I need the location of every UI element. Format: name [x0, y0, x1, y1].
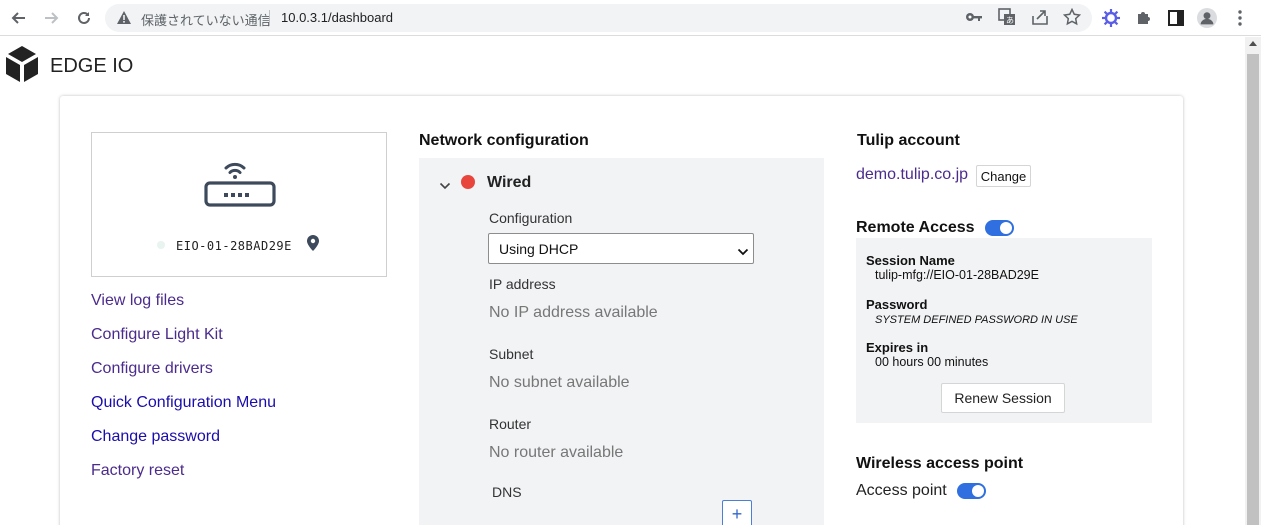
session-name-label: Session Name: [866, 253, 955, 268]
password-label: Password: [866, 297, 928, 312]
router-value: No router available: [489, 444, 624, 461]
configuration-select[interactable]: Using DHCP: [488, 233, 754, 264]
location-pin-icon[interactable]: [307, 235, 319, 256]
add-dns-button[interactable]: +: [722, 500, 752, 525]
router-label: Router: [489, 416, 532, 432]
page-scrollbar[interactable]: [1245, 37, 1261, 525]
view-log-files-link[interactable]: View log files: [91, 292, 184, 310]
back-icon[interactable]: [8, 7, 30, 29]
wireless-access-point-title: Wireless access point: [856, 455, 1024, 472]
change-account-button[interactable]: Change: [976, 165, 1031, 187]
network-config-title: Network configuration: [419, 132, 589, 149]
tulip-account-title: Tulip account: [857, 132, 960, 149]
configure-drivers-link[interactable]: Configure drivers: [91, 360, 213, 378]
ip-address-label: IP address: [489, 276, 556, 292]
extension-gear-icon[interactable]: [1101, 8, 1121, 28]
profile-avatar-icon[interactable]: [1197, 8, 1217, 28]
chevron-down-icon[interactable]: [439, 177, 451, 195]
session-panel: Session Name tulip-mfg://EIO-01-28BAD29E…: [856, 238, 1152, 423]
bookmark-star-icon[interactable]: [1063, 8, 1081, 26]
scroll-up-arrow-icon[interactable]: [1249, 41, 1257, 46]
change-password-link[interactable]: Change password: [91, 428, 220, 446]
tulip-account-link[interactable]: demo.tulip.co.jp: [856, 166, 968, 184]
side-panel-icon[interactable]: [1166, 8, 1186, 28]
url-text[interactable]: 10.0.3.1/dashboard: [281, 10, 393, 25]
address-bar[interactable]: 保護されていない通信 10.0.3.1/dashboard: [105, 4, 1092, 32]
remote-access-title: Remote Access: [856, 219, 975, 236]
security-status[interactable]: 保護されていない通信: [141, 10, 271, 29]
omnibox-separator: [269, 10, 270, 26]
brand-title: EDGE IO: [50, 55, 134, 77]
wired-status-dot: [461, 175, 475, 189]
expires-value: 00 hours 00 minutes: [875, 355, 989, 369]
reload-icon[interactable]: [73, 7, 95, 29]
subnet-value: No subnet available: [489, 374, 630, 391]
svg-text:あ: あ: [1006, 16, 1014, 25]
forward-icon[interactable]: [40, 7, 62, 29]
tulip-logo-icon: [6, 46, 38, 87]
router-wifi-icon: [204, 159, 276, 214]
session-name-value: tulip-mfg://EIO-01-28BAD29E: [875, 268, 1039, 282]
network-config-panel: Wired Configuration Using DHCP IP addres…: [419, 158, 824, 525]
configure-light-kit-link[interactable]: Configure Light Kit: [91, 326, 223, 344]
device-name: EIO-01-28BAD29E: [176, 239, 292, 253]
remote-access-toggle[interactable]: [985, 220, 1014, 236]
extensions-puzzle-icon[interactable]: [1134, 8, 1154, 28]
browser-toolbar: 保護されていない通信 10.0.3.1/dashboard あ: [0, 0, 1261, 36]
device-summary: EIO-01-28BAD29E: [91, 132, 387, 277]
quick-configuration-menu-link[interactable]: Quick Configuration Menu: [91, 394, 276, 412]
subnet-label: Subnet: [489, 346, 534, 362]
ip-address-value: No IP address available: [489, 304, 658, 321]
dns-label: DNS: [492, 484, 522, 500]
share-icon[interactable]: [1031, 8, 1049, 26]
password-value: SYSTEM DEFINED PASSWORD IN USE: [875, 314, 1078, 326]
select-chevron-down-icon: [737, 243, 749, 261]
translate-icon[interactable]: あ: [998, 8, 1016, 26]
dashboard-card: EIO-01-28BAD29E View log files Configure…: [60, 96, 1183, 525]
wired-interface-label[interactable]: Wired: [487, 174, 531, 192]
configuration-selected-value: Using DHCP: [499, 241, 579, 257]
renew-session-button[interactable]: Renew Session: [941, 383, 1065, 413]
key-icon[interactable]: [965, 8, 983, 26]
configuration-label: Configuration: [489, 210, 573, 226]
device-status-dot: [157, 241, 165, 249]
expires-label: Expires in: [866, 340, 929, 355]
access-point-label: Access point: [856, 482, 947, 499]
scroll-thumb[interactable]: [1247, 54, 1259, 525]
warning-icon[interactable]: [116, 10, 132, 30]
access-point-toggle[interactable]: [957, 483, 986, 499]
menu-kebab-icon[interactable]: [1230, 8, 1250, 28]
factory-reset-link[interactable]: Factory reset: [91, 462, 184, 480]
